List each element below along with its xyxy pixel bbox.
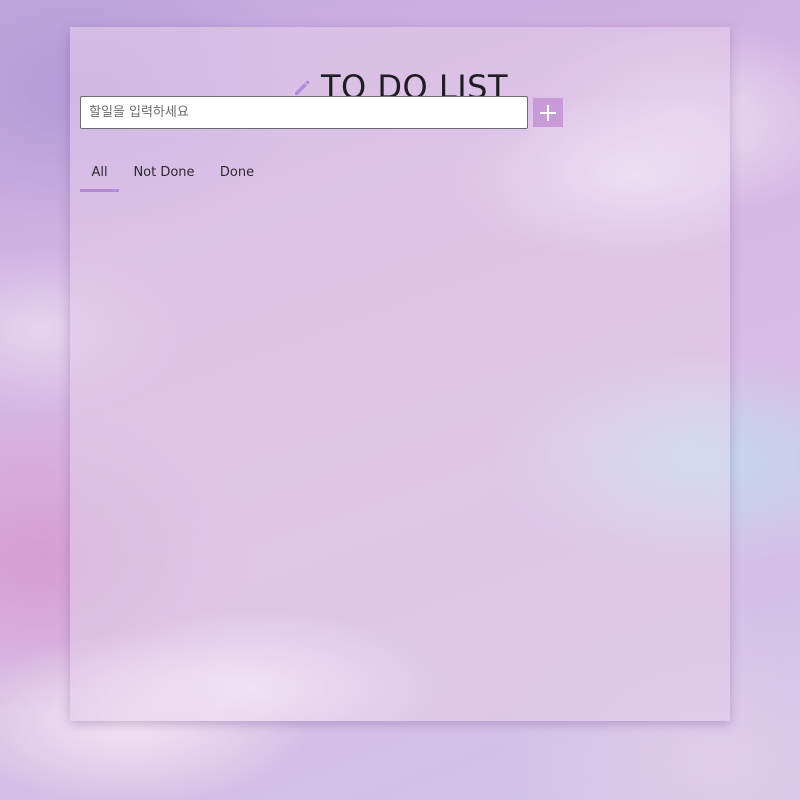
tab-done[interactable]: Done (209, 153, 265, 191)
filter-tabs: All Not Done Done (80, 153, 265, 193)
tab-not-done-label: Not Done (133, 164, 195, 180)
page-background: { "header": { "title": "TO DO LIST", "ic… (0, 0, 800, 800)
tab-all-label: All (91, 164, 108, 180)
task-board (80, 199, 720, 699)
pencil-icon (294, 80, 310, 95)
task-input[interactable] (80, 96, 528, 129)
tab-done-label: Done (219, 164, 255, 180)
add-task-button[interactable] (533, 98, 563, 127)
todo-app-panel: TO DO LIST All Not Done Done (70, 27, 730, 721)
tab-not-done[interactable]: Not Done (119, 153, 209, 191)
tab-selected-underline (80, 189, 119, 192)
plus-icon (540, 104, 556, 121)
tab-all[interactable]: All (80, 153, 119, 192)
